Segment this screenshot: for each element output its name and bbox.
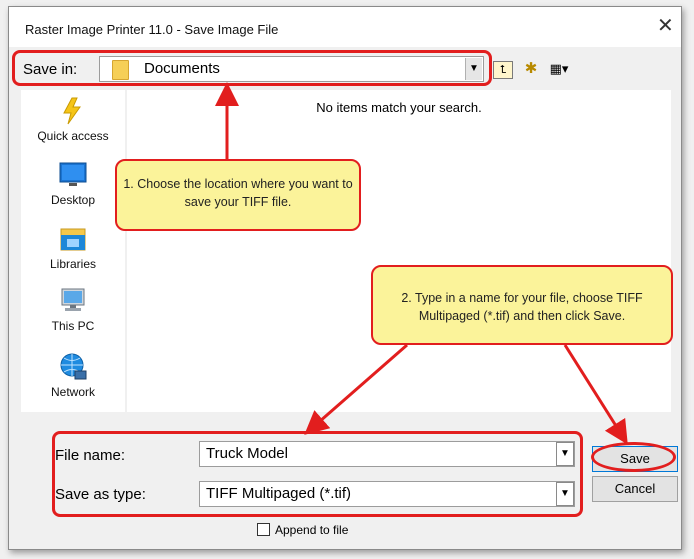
save-image-dialog: Raster Image Printer 11.0 - Save Image F… <box>8 6 682 550</box>
callout-step-2: 2. Type in a name for your file, choose … <box>371 265 673 345</box>
callout-step-1: 1. Choose the location where you want to… <box>115 159 361 231</box>
